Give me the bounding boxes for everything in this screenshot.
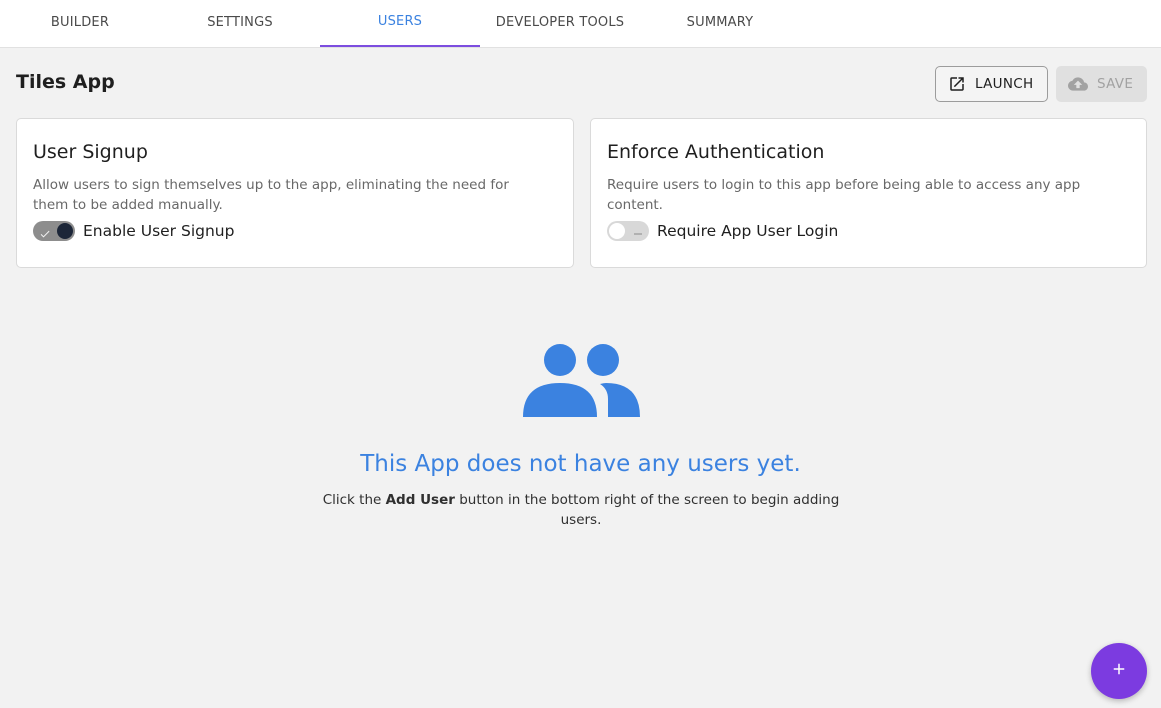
tab-bar: BUILDER SETTINGS USERS DEVELOPER TOOLS S… bbox=[0, 0, 1161, 48]
card-title: User Signup bbox=[33, 141, 148, 163]
save-label: SAVE bbox=[1097, 76, 1134, 92]
plus-icon bbox=[1110, 660, 1128, 682]
user-signup-card: User Signup Allow users to sign themselv… bbox=[16, 118, 574, 268]
enable-user-signup-toggle[interactable]: Enable User Signup bbox=[33, 221, 234, 241]
page-title: Tiles App bbox=[16, 71, 115, 93]
toggle-label: Require App User Login bbox=[657, 222, 839, 240]
check-icon bbox=[39, 225, 51, 244]
group-users-icon bbox=[522, 343, 640, 423]
toggle-switch[interactable] bbox=[607, 221, 649, 241]
toggle-knob bbox=[609, 223, 625, 239]
tab-summary[interactable]: SUMMARY bbox=[640, 0, 800, 47]
empty-state-description: Click the Add User button in the bottom … bbox=[318, 490, 844, 530]
launch-button[interactable]: LAUNCH bbox=[935, 66, 1048, 102]
launch-label: LAUNCH bbox=[975, 76, 1034, 92]
toggle-switch[interactable] bbox=[33, 221, 75, 241]
card-description: Require users to login to this app befor… bbox=[607, 177, 1081, 213]
empty-state-title: This App does not have any users yet. bbox=[360, 451, 801, 477]
add-user-button[interactable] bbox=[1091, 643, 1147, 699]
tab-developer-tools[interactable]: DEVELOPER TOOLS bbox=[480, 0, 640, 47]
toggle-label: Enable User Signup bbox=[83, 222, 235, 240]
desc-prefix: Click the bbox=[322, 492, 386, 508]
cloud-upload-icon bbox=[1068, 74, 1088, 94]
tab-settings[interactable]: SETTINGS bbox=[160, 0, 320, 47]
desc-suffix: button in the bottom right of the screen… bbox=[454, 492, 840, 528]
desc-bold: Add User bbox=[385, 492, 455, 508]
card-description: Allow users to sign themselves up to the… bbox=[33, 177, 509, 213]
toggle-knob bbox=[57, 223, 73, 239]
card-title: Enforce Authentication bbox=[607, 141, 825, 163]
external-link-icon bbox=[948, 75, 966, 93]
save-button[interactable]: SAVE bbox=[1056, 66, 1147, 102]
tab-users[interactable]: USERS bbox=[320, 0, 480, 47]
tab-builder[interactable]: BUILDER bbox=[0, 0, 160, 47]
page-header: Tiles App LAUNCH SAVE bbox=[16, 66, 1147, 102]
minus-icon bbox=[632, 225, 644, 244]
enforce-authentication-card: Enforce Authentication Require users to … bbox=[590, 118, 1147, 268]
require-app-user-login-toggle[interactable]: Require App User Login bbox=[607, 221, 838, 241]
